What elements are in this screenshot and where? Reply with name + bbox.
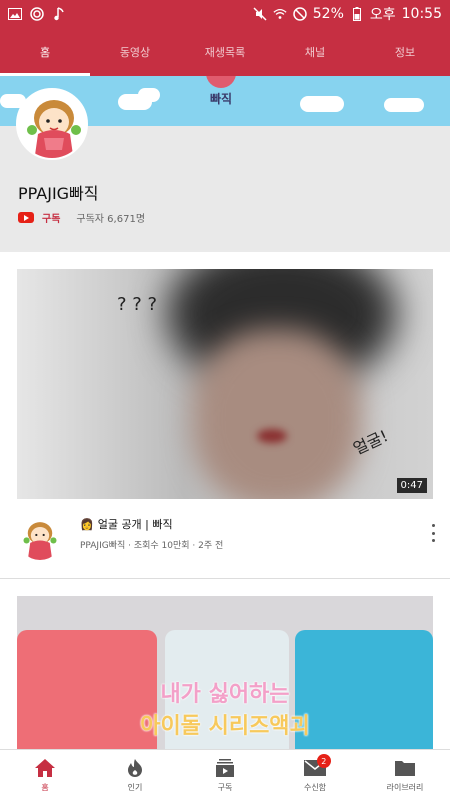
battery-percent: 52% (312, 6, 344, 22)
music-note-icon (52, 7, 66, 21)
image-icon (8, 7, 22, 21)
nav-label: 수신함 (303, 782, 327, 792)
nav-label: 라이브러리 (386, 782, 424, 792)
subscriber-count: 구독자 6,671명 (76, 214, 146, 225)
banner-logo-text: 빠직 (210, 92, 233, 106)
tab-channels[interactable]: 채널 (270, 28, 360, 76)
nav-label: 인기 (127, 782, 143, 792)
cloud-decoration (138, 88, 160, 102)
video-meta: 👩 얼굴 공개 | 빠직 PPAJIG빠직 · 조회수 10만회 · 2주 전 (0, 510, 450, 570)
mute-icon (253, 7, 267, 21)
nav-subscriptions[interactable]: 구독 (180, 750, 270, 800)
video-feed: ? ? ? 얼굴! 0:47 👩 얼굴 공개 | 빠직 PPAJIG빠직 · 조… (0, 252, 450, 749)
youtube-play-icon[interactable] (18, 212, 34, 223)
channel-tab-bar: 홈 동영상 재생목록 채널 정보 (0, 28, 450, 76)
tab-label: 동영상 (119, 46, 151, 59)
thumbnail-question-marks: ? ? ? (117, 294, 158, 315)
channel-name: PPAJIG빠직 (18, 184, 99, 203)
video-thumbnail[interactable]: 내가 싫어하는 아이돌 시리즈액괴 (17, 596, 433, 749)
subscribe-button[interactable]: 구독 (42, 210, 60, 225)
battery-icon (350, 7, 364, 21)
status-ampm: 오후 (369, 7, 396, 23)
tab-playlists[interactable]: 재생목록 (180, 28, 270, 76)
nav-home[interactable]: 홈 (0, 750, 90, 800)
tab-label: 재생목록 (204, 46, 246, 59)
tab-label: 정보 (394, 46, 416, 59)
cloud-decoration (300, 96, 344, 112)
status-right: 52% 오후 10:55 (253, 4, 442, 24)
flame-icon (124, 758, 146, 778)
channel-avatar[interactable] (16, 88, 88, 160)
channel-avatar-small[interactable] (18, 516, 62, 560)
more-options-icon[interactable] (430, 524, 436, 542)
subscriptions-icon (214, 758, 236, 778)
video-title-text: 얼굴 공개 | 빠직 (97, 518, 173, 531)
thumbnail-blur (257, 429, 287, 443)
video-title[interactable]: 👩 얼굴 공개 | 빠직 (80, 516, 173, 532)
thumbnail-caption: 내가 싫어하는 (160, 682, 290, 707)
thumbnail-blur (192, 329, 362, 499)
folder-icon (394, 758, 416, 778)
status-bar: 52% 오후 10:55 (0, 0, 450, 28)
tab-home[interactable]: 홈 (0, 28, 90, 76)
video-subtitle: PPAJIG빠직 · 조회수 10만회 · 2주 전 (80, 541, 224, 551)
bottom-navigation: 홈 인기 구독 2 수신함 라이브러리 (0, 749, 450, 800)
home-icon (34, 758, 56, 778)
app-screen: 52% 오후 10:55 홈 동영상 재생목록 채널 정보 빠직 PPAJIG빠… (0, 0, 450, 800)
channel-info: PPAJIG빠직 구독 구독자 6,671명 (0, 88, 450, 250)
inbox-badge: 2 (316, 754, 331, 768)
status-time: 10:55 (401, 6, 442, 22)
nav-inbox[interactable]: 2 수신함 (270, 750, 360, 800)
nav-trending[interactable]: 인기 (90, 750, 180, 800)
tab-about[interactable]: 정보 (360, 28, 450, 76)
nav-label: 구독 (217, 782, 233, 792)
thumbnail-caption: 아이돌 시리즈액괴 (140, 714, 310, 739)
wifi-icon (273, 7, 287, 21)
no-disturb-icon (293, 7, 307, 21)
subscribe-row: 구독 구독자 6,671명 (18, 210, 145, 225)
video-thumbnail[interactable]: ? ? ? 얼굴! 0:47 (17, 269, 433, 499)
tab-label: 홈 (39, 46, 51, 59)
nav-label: 홈 (41, 782, 49, 792)
tab-label: 채널 (304, 46, 326, 59)
video-duration: 0:47 (396, 478, 427, 493)
avatar-illustration (18, 516, 62, 560)
nav-library[interactable]: 라이브러리 (360, 750, 450, 800)
avatar-illustration (18, 90, 86, 158)
app-icon (30, 7, 44, 21)
cloud-decoration (384, 98, 424, 112)
banner-mascot (206, 76, 236, 88)
status-left (8, 7, 66, 21)
divider (0, 578, 450, 579)
title-emoji-icon: 👩 (80, 517, 94, 531)
tab-videos[interactable]: 동영상 (90, 28, 180, 76)
